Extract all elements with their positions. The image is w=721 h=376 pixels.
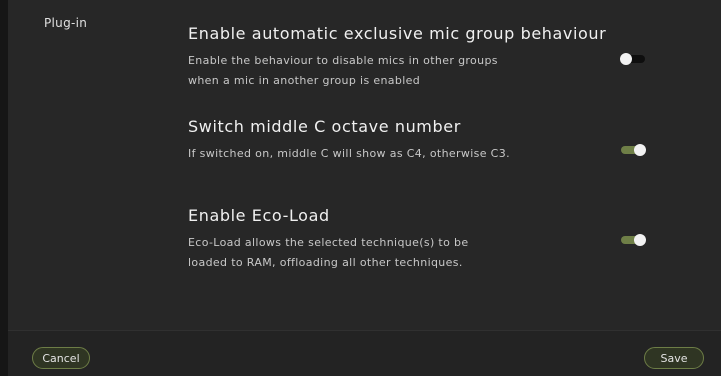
- setting-description-line: Enable the behaviour to disable mics in …: [188, 54, 498, 67]
- toggle-knob: [634, 144, 646, 156]
- setting-description-line: loaded to RAM, offloading all other tech…: [188, 256, 463, 269]
- toggle-knob: [620, 53, 632, 65]
- setting-title: Switch middle C octave number: [188, 117, 461, 136]
- exclusive-mic-group-toggle[interactable]: [620, 53, 645, 65]
- setting-middle-c-octave: Switch middle C octave number If switche…: [188, 117, 708, 164]
- save-button[interactable]: Save: [644, 347, 704, 369]
- cancel-button[interactable]: Cancel: [32, 347, 90, 369]
- footer-bar: Cancel Save: [8, 330, 721, 376]
- eco-load-toggle[interactable]: [621, 234, 646, 246]
- setting-description: If switched on, middle C will show as C4…: [188, 144, 598, 164]
- section-label: Plug-in: [44, 16, 88, 30]
- middle-c-octave-toggle[interactable]: [621, 144, 646, 156]
- setting-description-line: Eco-Load allows the selected technique(s…: [188, 236, 469, 249]
- setting-description-line: If switched on, middle C will show as C4…: [188, 147, 510, 160]
- toggle-knob: [634, 234, 646, 246]
- setting-description: Enable the behaviour to disable mics in …: [188, 51, 598, 91]
- setting-title: Enable Eco-Load: [188, 206, 330, 225]
- setting-description-line: when a mic in another group is enabled: [188, 74, 421, 87]
- settings-panel: Plug-in Enable automatic exclusive mic g…: [8, 0, 721, 376]
- setting-description: Eco-Load allows the selected technique(s…: [188, 233, 598, 273]
- setting-title: Enable automatic exclusive mic group beh…: [188, 24, 607, 43]
